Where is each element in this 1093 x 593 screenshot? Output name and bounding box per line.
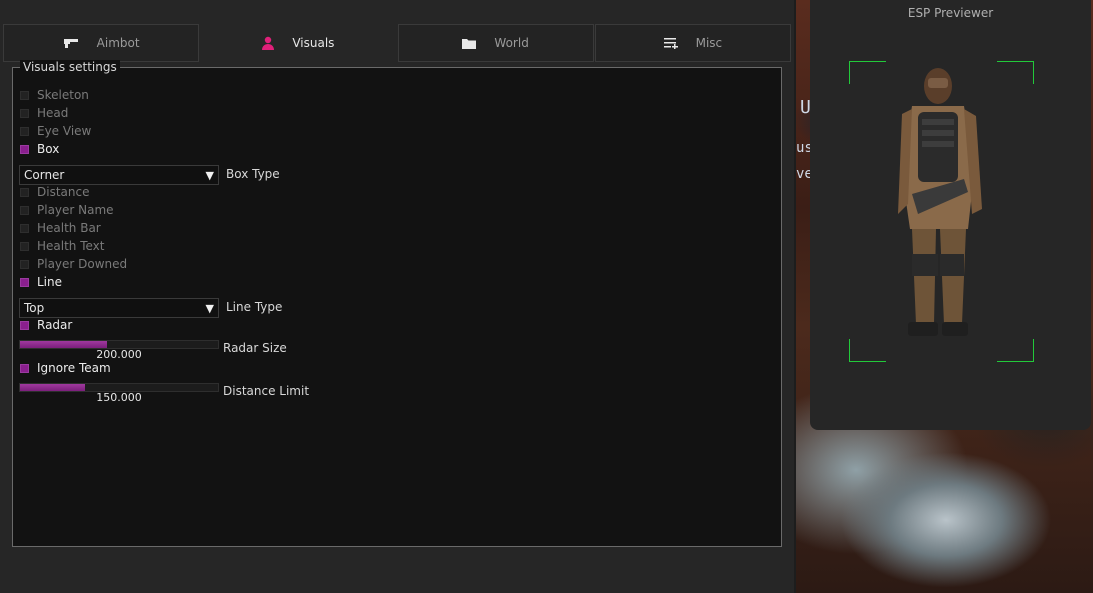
esp-box-corner	[997, 61, 1034, 84]
gun-icon	[63, 37, 79, 49]
radar-size-fill	[20, 341, 108, 348]
health-text-label: Health Text	[37, 239, 105, 253]
distance-checkbox[interactable]	[20, 187, 29, 197]
esp-box-corner	[997, 339, 1034, 362]
box-type-dropdown[interactable]: Corner ▼	[19, 165, 219, 185]
tab-aimbot[interactable]: Aimbot	[3, 24, 200, 62]
esp-previewer-window: ESP Previewer	[810, 0, 1091, 430]
tab-bar: Aimbot Visuals World Misc	[3, 24, 791, 62]
dropdown-arrow-icon: ▼	[205, 168, 214, 182]
box-option[interactable]: Box	[20, 141, 59, 157]
line-checkbox[interactable]	[20, 277, 29, 287]
dropdown-arrow-icon: ▼	[205, 301, 214, 315]
panel-title: Visuals settings	[20, 60, 120, 74]
line-option[interactable]: Line	[20, 274, 62, 290]
skeleton-checkbox[interactable]	[20, 90, 29, 100]
eye-view-label: Eye View	[37, 124, 92, 138]
eye-view-option[interactable]: Eye View	[20, 123, 91, 139]
player-downed-label: Player Downed	[37, 257, 128, 271]
line-type-dropdown[interactable]: Top ▼	[19, 298, 219, 318]
folder-icon	[462, 38, 477, 49]
tab-visuals[interactable]: Visuals	[200, 24, 397, 62]
distance-limit-value: 150.000	[96, 391, 142, 404]
tab-label: Misc	[695, 36, 723, 50]
player-name-option[interactable]: Player Name	[20, 202, 114, 218]
player-name-label: Player Name	[37, 203, 114, 217]
health-text-checkbox[interactable]	[20, 241, 29, 251]
line-type-value: Top	[24, 301, 45, 315]
box-type-label: Box Type	[226, 167, 280, 181]
health-text-option[interactable]: Health Text	[20, 238, 105, 254]
list-add-icon	[663, 37, 678, 49]
health-bar-label: Health Bar	[37, 221, 101, 235]
ignore-team-option[interactable]: Ignore Team	[20, 360, 111, 376]
line-label: Line	[37, 275, 63, 289]
esp-previewer-title: ESP Previewer	[907, 6, 994, 20]
health-bar-option[interactable]: Health Bar	[20, 220, 101, 236]
distance-limit-label: Distance Limit	[223, 384, 310, 398]
esp-box-corner	[849, 61, 886, 84]
line-type-label: Line Type	[226, 300, 283, 314]
head-label: Head	[37, 106, 69, 120]
distance-label: Distance	[37, 185, 90, 199]
distance-limit-fill	[20, 384, 86, 391]
visuals-settings-panel: Visuals settings Skeleton Head Eye View …	[12, 60, 782, 547]
tab-misc[interactable]: Misc	[594, 24, 791, 62]
ignore-team-checkbox[interactable]	[20, 363, 29, 373]
ignore-team-label: Ignore Team	[37, 361, 111, 375]
radar-option[interactable]: Radar	[20, 317, 72, 333]
radar-checkbox[interactable]	[20, 320, 29, 330]
box-checkbox[interactable]	[20, 144, 29, 154]
tab-label: Visuals	[292, 36, 335, 50]
tab-label: World	[494, 36, 529, 50]
player-downed-option[interactable]: Player Downed	[20, 256, 127, 272]
skeleton-option[interactable]: Skeleton	[20, 87, 89, 103]
radar-label: Radar	[37, 318, 73, 332]
eye-view-checkbox[interactable]	[20, 126, 29, 136]
cheat-menu-window: Aimbot Visuals World Misc Visuals settin…	[0, 0, 794, 593]
player-downed-checkbox[interactable]	[20, 259, 29, 269]
box-type-value: Corner	[24, 168, 65, 182]
box-label: Box	[37, 142, 60, 156]
esp-box-corner	[849, 339, 886, 362]
skeleton-label: Skeleton	[37, 88, 89, 102]
tab-world[interactable]: World	[397, 24, 594, 62]
head-option[interactable]: Head	[20, 105, 68, 121]
player-model-preview	[898, 68, 982, 336]
tab-label: Aimbot	[96, 36, 140, 50]
head-checkbox[interactable]	[20, 108, 29, 118]
distance-option[interactable]: Distance	[20, 184, 89, 200]
player-name-checkbox[interactable]	[20, 205, 29, 215]
health-bar-checkbox[interactable]	[20, 223, 29, 233]
user-icon	[262, 36, 275, 50]
radar-size-label: Radar Size	[223, 341, 287, 355]
